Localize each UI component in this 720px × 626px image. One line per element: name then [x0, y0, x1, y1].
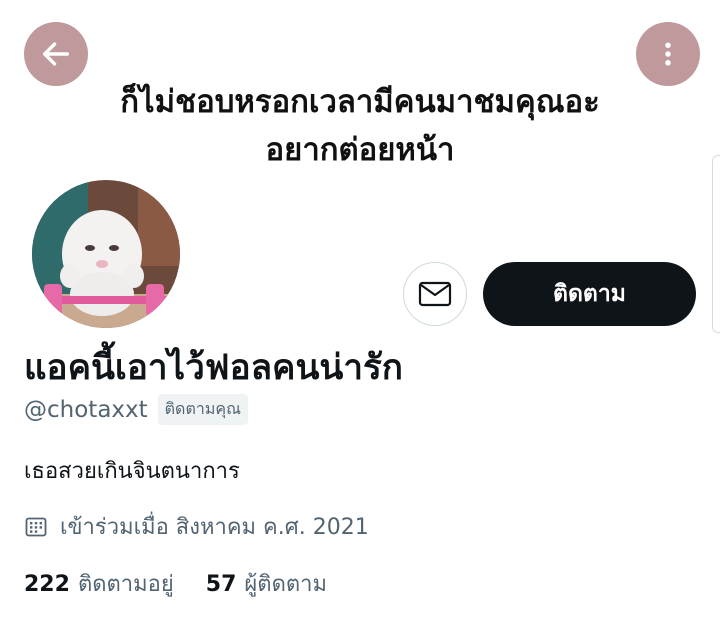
banner-line-2: อยากต่อยหน้า — [265, 132, 455, 168]
envelope-icon — [418, 281, 452, 307]
profile-avatar[interactable] — [28, 176, 184, 332]
display-name: แอคนี้เอาไว้ฟอลคนน่ารัก — [24, 348, 403, 388]
calendar-icon — [24, 515, 48, 539]
followers-label[interactable]: ผู้ติดตาม — [244, 566, 327, 601]
follow-button[interactable]: ติดตาม — [483, 262, 696, 326]
following-count[interactable]: 222 — [24, 572, 70, 597]
banner-line-1: ก็ไม่ชอบหรอกเวลามีคนมาชมคุณอะ — [120, 84, 600, 120]
banner-text: ก็ไม่ชอบหรอกเวลามีคนมาชมคุณอะ อยากต่อยหน… — [0, 78, 720, 174]
profile-bio: เธอสวยเกินจินตนาการ — [24, 459, 240, 484]
username-handle: @chotaxxt — [24, 396, 148, 423]
arrow-left-icon — [42, 42, 70, 66]
back-button[interactable] — [24, 22, 88, 86]
follows-you-badge: ติดตามคุณ — [157, 394, 248, 425]
scrollbar-edge — [712, 155, 720, 333]
follow-stats: 222 ติดตามอยู่ 57 ผู้ติดตาม — [24, 566, 327, 601]
joined-date-text: เข้าร่วมเมื่อ สิงหาคม ค.ศ. 2021 — [60, 515, 369, 540]
avatar-image — [32, 180, 180, 328]
handle-row: @chotaxxt ติดตามคุณ — [24, 394, 248, 425]
profile-banner[interactable]: ก็ไม่ชอบหรอกเวลามีคนมาชมคุณอะ อยากต่อยหน… — [0, 0, 720, 200]
joined-date-row: เข้าร่วมเมื่อ สิงหาคม ค.ศ. 2021 — [24, 509, 369, 544]
followers-count[interactable]: 57 — [206, 572, 237, 597]
following-label[interactable]: ติดตามอยู่ — [78, 566, 174, 601]
more-vertical-icon — [665, 42, 671, 66]
message-button[interactable] — [403, 262, 467, 326]
more-options-button[interactable] — [636, 22, 700, 86]
